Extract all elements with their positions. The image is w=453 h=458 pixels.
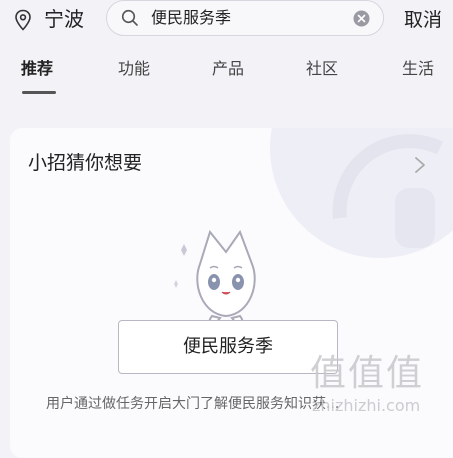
tab-features[interactable]: 功能	[118, 58, 150, 80]
cancel-button[interactable]: 取消	[404, 8, 442, 32]
watermark-logo: 值值值	[310, 353, 425, 394]
cat-mascot-icon	[174, 229, 256, 328]
headphones-decoration	[270, 128, 453, 258]
watermark-url: zhizhizhi.com	[312, 396, 421, 415]
active-tab-indicator	[22, 91, 56, 94]
header: 宁波 便民服务季 取消	[0, 0, 453, 42]
chevron-right-icon[interactable]	[414, 156, 426, 174]
tab-life[interactable]: 生活	[402, 58, 434, 80]
search-input[interactable]: 便民服务季	[106, 0, 384, 36]
location-pin-icon[interactable]	[14, 9, 32, 31]
card-title: 小招猜你想要	[28, 152, 143, 174]
category-tabs: 推荐 功能 产品 社区 生活	[0, 52, 453, 96]
clear-icon[interactable]	[353, 10, 370, 27]
tab-community[interactable]: 社区	[306, 58, 338, 80]
city-label[interactable]: 宁波	[44, 6, 84, 32]
watermark: 值值值 zhizhizhi.com	[300, 352, 453, 438]
card-description: 用户通过做任务开启大门了解便民服务知识获...	[46, 396, 340, 412]
search-query-text[interactable]: 便民服务季	[151, 7, 231, 29]
search-icon	[121, 9, 138, 26]
tab-recommend[interactable]: 推荐	[21, 58, 53, 80]
tab-products[interactable]: 产品	[212, 58, 244, 80]
